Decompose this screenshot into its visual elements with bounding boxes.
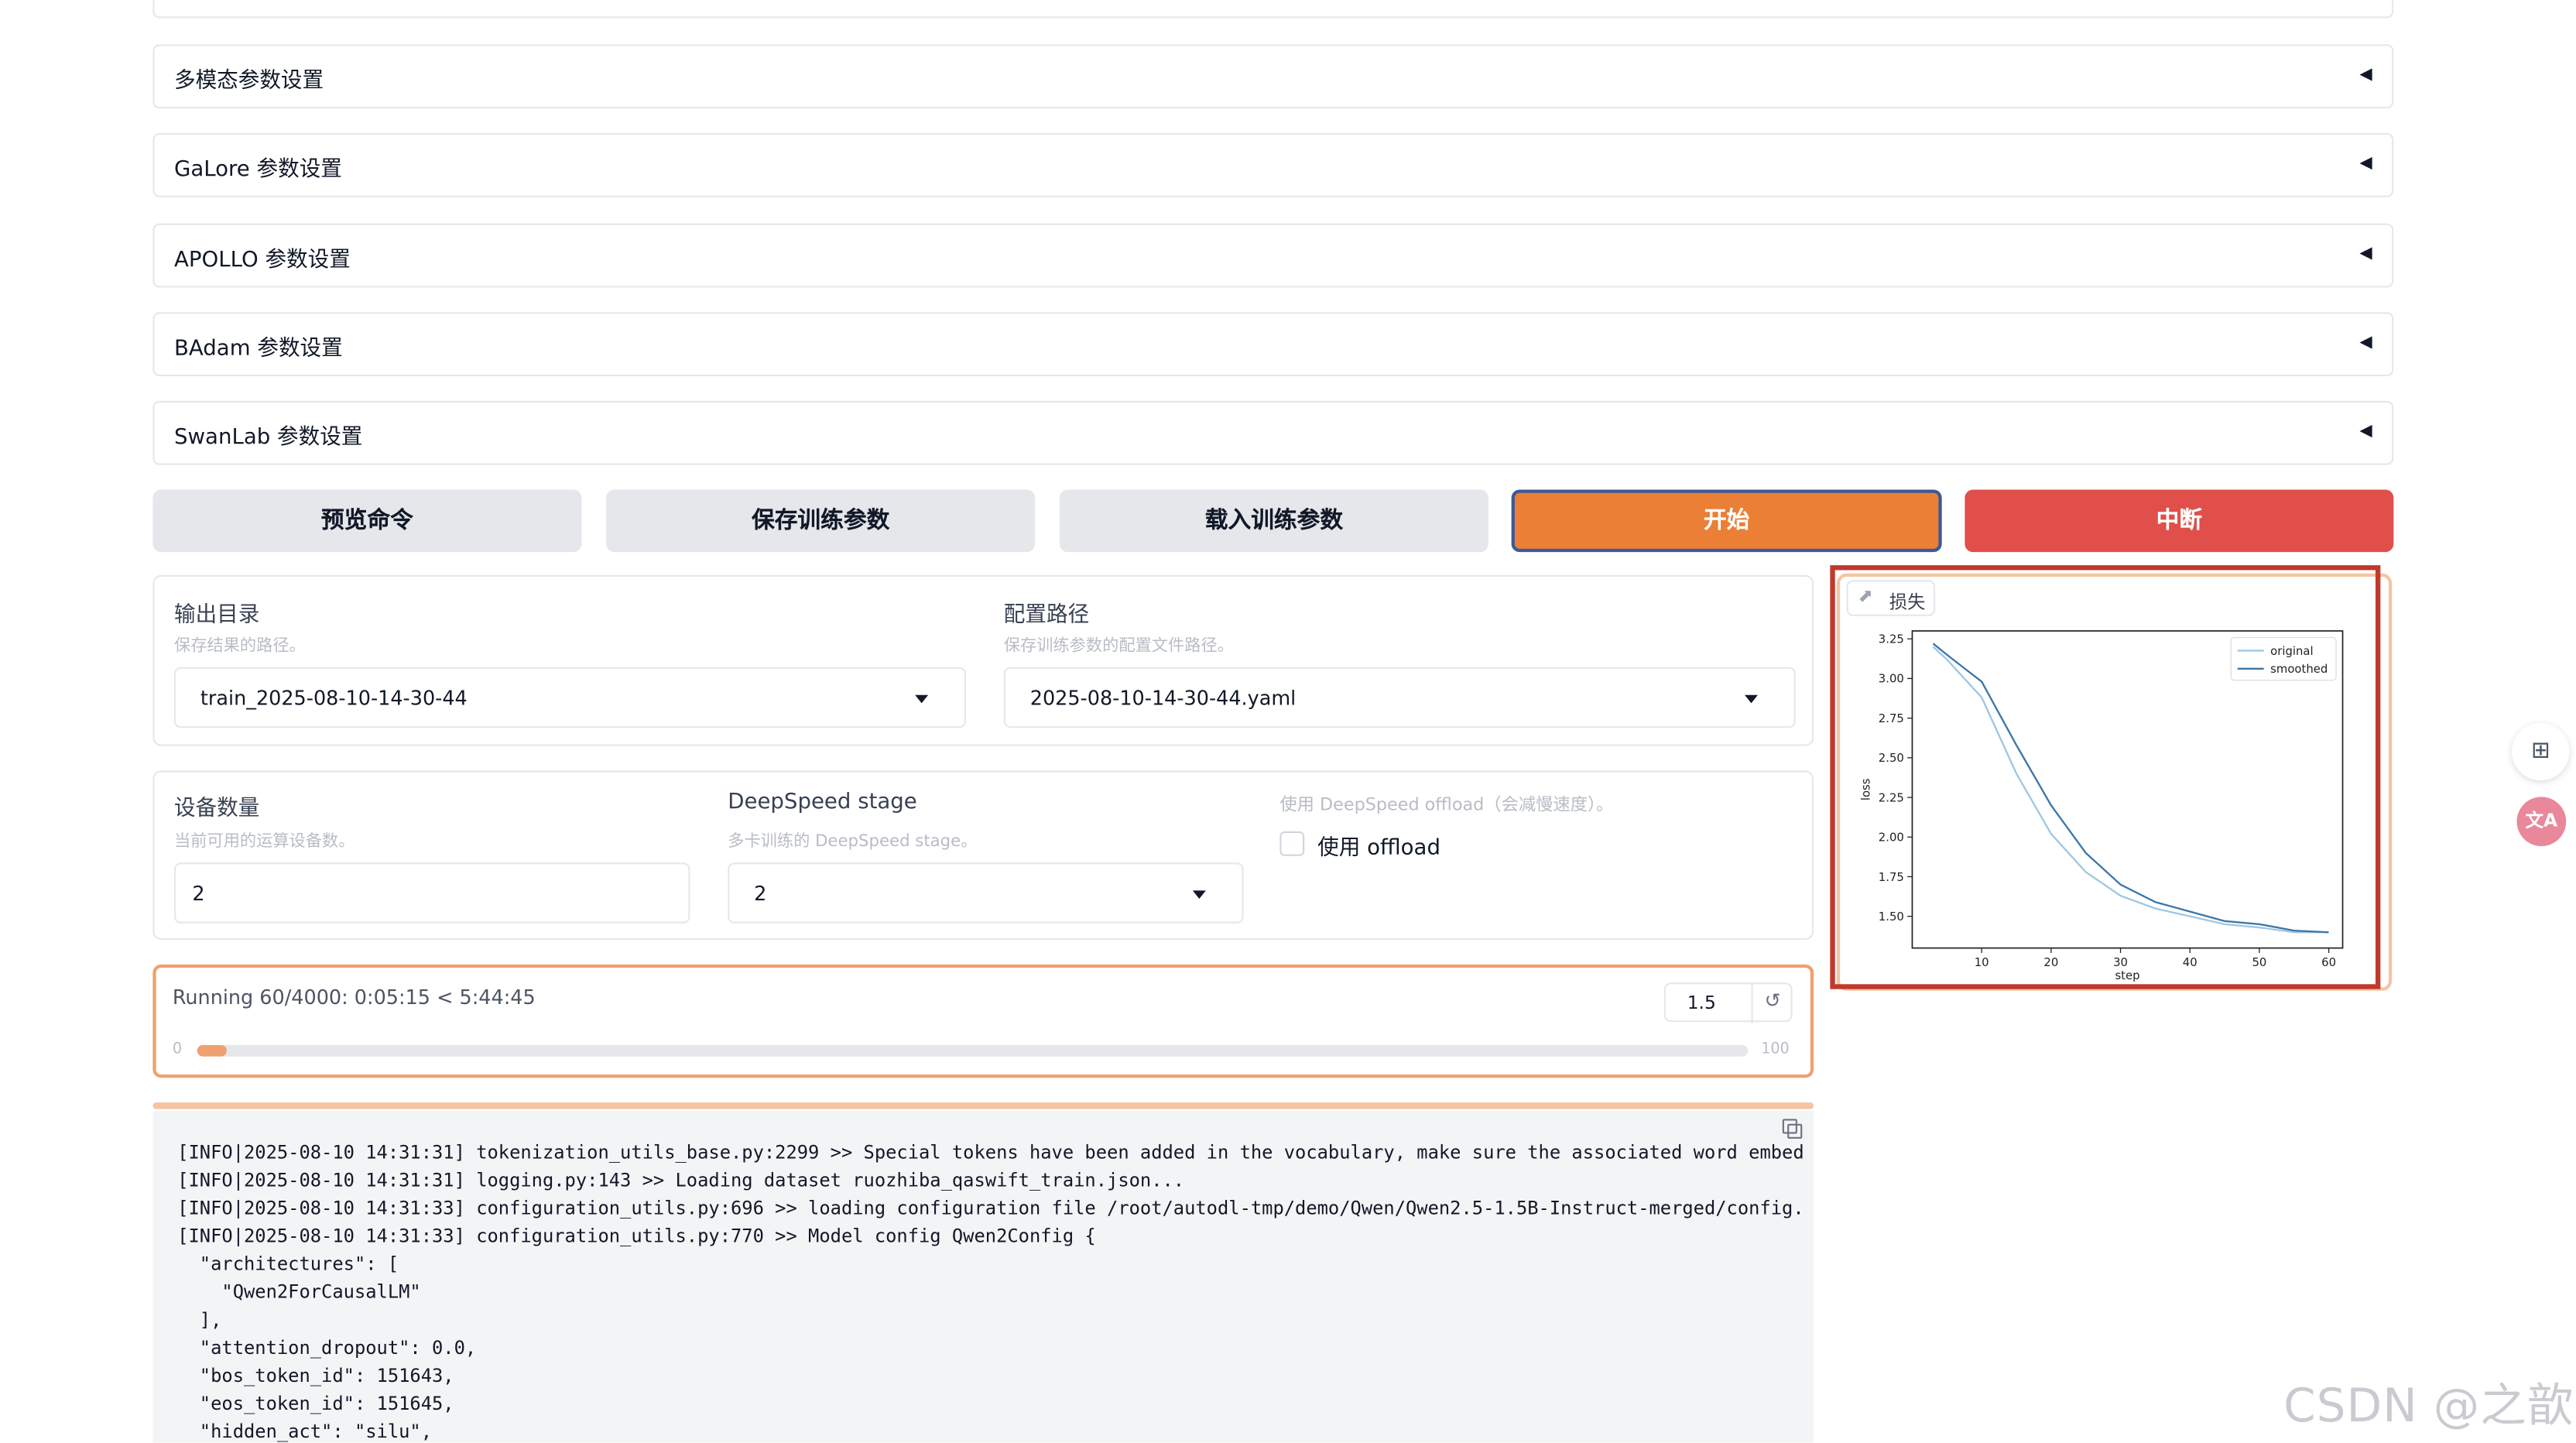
offload-label: 使用 offload — [1317, 836, 1440, 862]
translate-icon[interactable]: 文A — [2516, 797, 2567, 847]
offload-info: 使用 DeepSpeed offload（会减慢速度）。 — [1279, 795, 1614, 815]
log-text: [INFO|2025-08-10 14:31:31] tokenization_… — [177, 1142, 1804, 1443]
preview-command-button[interactable]: 预览命令 — [152, 489, 582, 553]
abort-button[interactable]: 中断 — [1965, 489, 2394, 553]
deepspeed-stage-info: 多卡训练的 DeepSpeed stage。 — [728, 833, 978, 852]
copy-icon-back — [1782, 1119, 1797, 1134]
accordion-label: BAdam 参数设置 — [173, 337, 343, 362]
chevron-down-icon — [915, 694, 929, 704]
accordion-apollo[interactable]: APOLLO 参数设置 ◀ — [152, 223, 2394, 288]
slider-min: 0 — [172, 1041, 183, 1058]
config-path-value: 2025-08-10-14-30-44.yaml — [1029, 687, 1297, 710]
deepspeed-stage-dropdown[interactable]: 2 — [728, 862, 1244, 924]
chevron-down-icon — [1744, 694, 1758, 704]
collapse-arrow-icon: ◀ — [2359, 333, 2372, 352]
load-args-button[interactable]: 载入训练参数 — [1059, 489, 1488, 553]
accordion-badam[interactable]: BAdam 参数设置 ◀ — [152, 312, 2394, 377]
progress-slider-fill — [197, 1044, 227, 1057]
accordion-multimodal[interactable]: 多模态参数设置 ◀ — [152, 44, 2394, 109]
accordion-swanlab[interactable]: SwanLab 参数设置 ◀ — [152, 400, 2394, 465]
progress-slider[interactable] — [197, 1044, 1749, 1057]
top-partial-panel — [152, 0, 2394, 19]
highlight-box — [1830, 565, 2381, 989]
reset-icon[interactable]: ↺ — [1764, 989, 1780, 1013]
divider — [1751, 984, 1753, 1024]
progress-value-box[interactable]: 1.5 ↺ — [1663, 982, 1793, 1024]
deepspeed-stage-value: 2 — [754, 882, 767, 906]
progress-underline — [152, 1102, 1814, 1109]
watermark: CSDN @之歆 — [2283, 1378, 2574, 1433]
accordion-label: 多模态参数设置 — [173, 69, 324, 94]
progress-panel: Running 60/4000: 0:05:15 < 5:44:45 1.5 ↺… — [152, 964, 1814, 1078]
deepspeed-stage-label: DeepSpeed stage — [728, 790, 917, 815]
device-count-input[interactable]: 2 — [173, 862, 690, 924]
device-count-info: 当前可用的运算设备数。 — [173, 833, 355, 852]
collapse-arrow-icon: ◀ — [2359, 154, 2372, 173]
device-panel: 设备数量 当前可用的运算设备数。 2 DeepSpeed stage 多卡训练的… — [152, 770, 1814, 941]
log-output[interactable]: [INFO|2025-08-10 14:31:31] tokenization_… — [152, 1110, 1814, 1443]
accordion-label: APOLLO 参数设置 — [173, 248, 351, 273]
collapse-arrow-icon: ◀ — [2359, 245, 2372, 263]
device-count-label: 设备数量 — [173, 797, 260, 822]
accordion-label: SwanLab 参数设置 — [173, 425, 363, 451]
start-button[interactable]: 开始 — [1511, 489, 1942, 553]
config-path-dropdown[interactable]: 2025-08-10-14-30-44.yaml — [1003, 667, 1796, 728]
collapse-arrow-icon: ◀ — [2359, 65, 2372, 84]
slider-max: 100 — [1761, 1041, 1790, 1058]
config-path-info: 保存训练参数的配置文件路径。 — [1003, 637, 1234, 656]
output-dir-dropdown[interactable]: train_2025-08-10-14-30-44 — [173, 667, 966, 728]
config-path-label: 配置路径 — [1003, 602, 1090, 628]
save-args-button[interactable]: 保存训练参数 — [606, 489, 1036, 553]
collapse-arrow-icon: ◀ — [2359, 422, 2372, 440]
output-panel: 输出目录 保存结果的路径。 train_2025-08-10-14-30-44 … — [152, 574, 1814, 746]
apps-icon[interactable]: ⊞ — [2512, 722, 2570, 781]
device-count-value: 2 — [192, 882, 205, 906]
accordion-label: GaLore 参数设置 — [173, 157, 342, 183]
accordion-galore[interactable]: GaLore 参数设置 ◀ — [152, 132, 2394, 197]
chevron-down-icon — [1192, 890, 1206, 899]
offload-checkbox[interactable] — [1279, 831, 1305, 856]
progress-value: 1.5 — [1687, 992, 1716, 1014]
progress-status: Running 60/4000: 0:05:15 < 5:44:45 — [172, 985, 536, 1009]
output-dir-label: 输出目录 — [173, 602, 260, 628]
output-dir-value: train_2025-08-10-14-30-44 — [200, 687, 468, 710]
output-dir-info: 保存结果的路径。 — [173, 637, 306, 656]
